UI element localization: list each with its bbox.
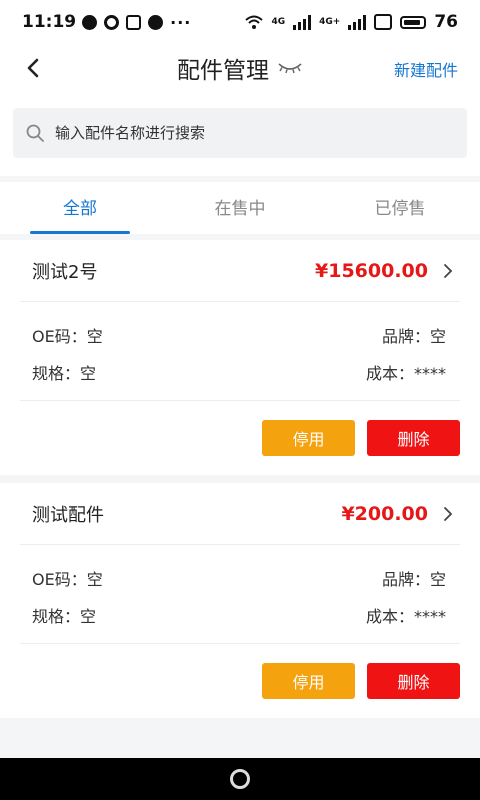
new-part-button[interactable]: 新建配件 [394, 57, 458, 81]
part-details: OE码：空 品牌：空 规格：空 成本：**** [20, 302, 460, 401]
part-spec: 规格：空 [32, 606, 97, 626]
part-price: ¥200.00 [341, 502, 428, 525]
part-brand: 品牌：空 [381, 326, 446, 346]
part-spec: 规格：空 [32, 363, 97, 383]
part-name: 测试2号 [32, 261, 98, 283]
disable-button[interactable]: 停用 [262, 420, 355, 456]
part-details: OE码：空 品牌：空 规格：空 成本：**** [20, 545, 460, 644]
target-icon [104, 14, 120, 30]
part-name: 测试配件 [32, 504, 104, 526]
part-cost: 成本：**** [365, 606, 446, 626]
tab-discontinued[interactable]: 已停售 [320, 182, 480, 234]
chat-bubble-icon [82, 14, 98, 30]
search-input[interactable] [55, 124, 435, 142]
status-bar: 11:19 ··· 4G 4G+ 76 [0, 0, 480, 44]
hidden-eye-icon[interactable] [277, 60, 303, 76]
delete-button[interactable]: 删除 [367, 420, 460, 456]
chevron-right-icon[interactable] [440, 263, 456, 279]
filter-tabs: 全部 在售中 已停售 [0, 182, 480, 234]
tab-all[interactable]: 全部 [0, 182, 160, 234]
part-brand: 品牌：空 [381, 569, 446, 589]
delete-button[interactable]: 删除 [367, 663, 460, 699]
battery-icon [400, 15, 427, 29]
chevron-right-icon[interactable] [440, 506, 456, 522]
status-time: 11:19 [22, 12, 77, 32]
part-card: 测试配件 ¥200.00 OE码：空 品牌：空 规格：空 成本：**** 停用 … [0, 483, 480, 718]
part-cost: 成本：**** [365, 363, 446, 383]
signal-icon [293, 14, 312, 30]
part-actions: 停用 删除 [0, 401, 480, 475]
network-label-1: 4G [271, 17, 286, 27]
search-box[interactable] [13, 108, 467, 158]
signal-icon-2 [348, 14, 367, 30]
more-dots-icon: ··· [170, 12, 192, 32]
disable-button[interactable]: 停用 [262, 663, 355, 699]
app-notification-icon [126, 14, 142, 30]
search-icon [26, 124, 44, 142]
part-oe-code: OE码：空 [32, 569, 103, 589]
part-price: ¥15600.00 [315, 259, 428, 282]
back-arrow-icon[interactable] [22, 56, 46, 80]
battery-level: 76 [434, 12, 458, 32]
network-label-2: 4G+ [319, 17, 341, 27]
part-card: 测试2号 ¥15600.00 OE码：空 品牌：空 规格：空 成本：**** 停… [0, 240, 480, 475]
part-card-header[interactable]: 测试配件 ¥200.00 [20, 483, 460, 545]
part-oe-code: OE码：空 [32, 326, 103, 346]
message-icon [148, 14, 164, 30]
page-title: 配件管理 [177, 58, 269, 84]
notification-icons: ··· [82, 13, 191, 32]
system-nav-bar [0, 758, 480, 800]
part-actions: 停用 删除 [0, 644, 480, 718]
hd-icon [374, 14, 393, 30]
wifi-icon [245, 15, 264, 29]
part-card-header[interactable]: 测试2号 ¥15600.00 [20, 240, 460, 302]
app-header: 配件管理 新建配件 [0, 44, 480, 92]
search-section [0, 92, 480, 176]
tab-on-sale[interactable]: 在售中 [160, 182, 320, 234]
home-button-icon[interactable] [230, 769, 250, 789]
